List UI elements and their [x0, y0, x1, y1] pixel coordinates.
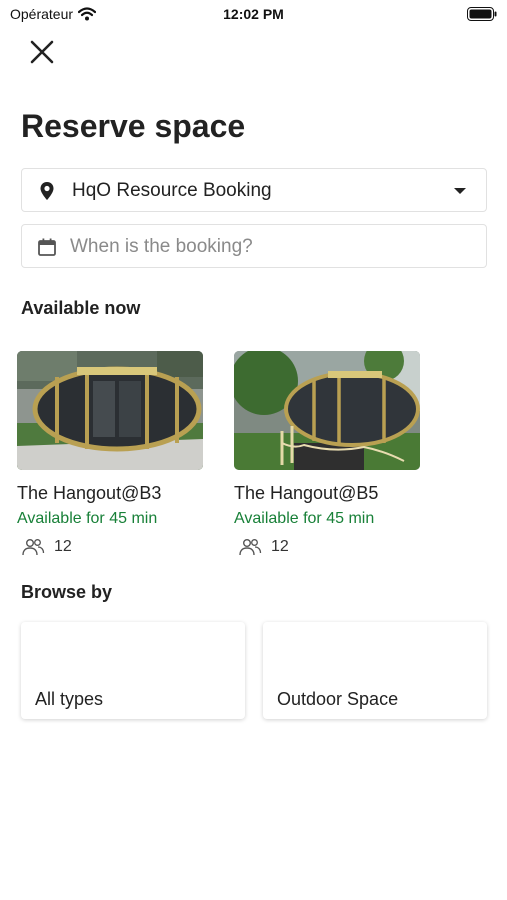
- space-name: The Hangout@B3: [17, 483, 162, 503]
- browse-card-label: All types: [35, 689, 104, 709]
- status-bar: Opérateur 12:02 PM: [0, 0, 507, 30]
- space-card-hangout-b5[interactable]: The Hangout@B5 Available for 45 min 12: [234, 351, 421, 556]
- capacity-count: 12: [54, 538, 72, 555]
- booking-date-input[interactable]: [70, 233, 470, 261]
- browse-by-heading: Browse by: [21, 582, 113, 602]
- page-title: Reserve space: [21, 108, 246, 144]
- space-capacity: 12: [238, 538, 289, 556]
- calendar-icon: [38, 238, 56, 256]
- location-value: HqO Resource Booking: [72, 180, 272, 201]
- status-time: 12:02 PM: [223, 6, 284, 22]
- people-icon: [22, 539, 45, 556]
- browse-outdoor-space-card[interactable]: Outdoor Space: [263, 622, 487, 719]
- space-photo: [17, 351, 203, 470]
- close-button[interactable]: [27, 37, 57, 67]
- space-availability: Available for 45 min: [17, 510, 158, 527]
- browse-all-types-card[interactable]: All types: [21, 622, 245, 719]
- space-availability: Available for 45 min: [234, 510, 375, 527]
- booking-date-field[interactable]: [21, 224, 487, 268]
- space-capacity: 12: [21, 538, 72, 556]
- chevron-down-icon: [454, 188, 466, 194]
- space-photo: [234, 351, 420, 470]
- available-now-heading: Available now: [21, 298, 141, 318]
- space-card-hangout-b3[interactable]: The Hangout@B3 Available for 45 min 12: [17, 351, 204, 556]
- people-icon: [239, 539, 262, 556]
- battery-icon: [467, 7, 497, 21]
- location-pin-icon: [40, 182, 54, 200]
- close-icon: [30, 40, 54, 64]
- space-name: The Hangout@B5: [234, 483, 379, 503]
- capacity-count: 12: [271, 538, 289, 555]
- browse-card-label: Outdoor Space: [277, 689, 399, 709]
- location-select[interactable]: HqO Resource Booking: [21, 168, 487, 212]
